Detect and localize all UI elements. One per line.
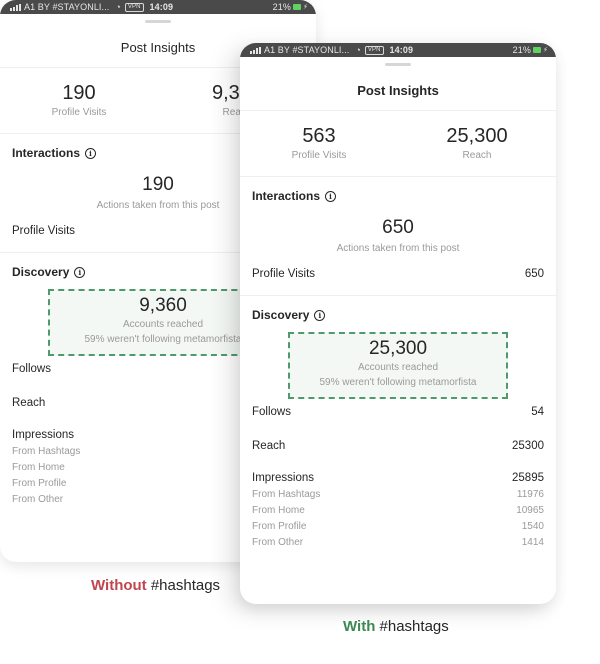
- signal-icon: [250, 46, 261, 54]
- impressions-source-row: From Profile 1540: [252, 521, 544, 532]
- interactions-section: Interactions i 650 Actions taken from th…: [240, 177, 556, 295]
- source-label: From Home: [12, 462, 65, 473]
- wifi-icon: ◔: [115, 2, 121, 12]
- accounts-reached-highlight: 25,300 Accounts reached 59% weren't foll…: [288, 332, 508, 399]
- info-icon[interactable]: i: [74, 266, 86, 278]
- row-value: 54: [531, 406, 544, 418]
- signal-icon: [10, 3, 21, 11]
- source-label: From Home: [252, 505, 305, 516]
- profile-visits-row: Profile Visits 650: [252, 268, 544, 295]
- caption-without-hashtags: Without #hashtags: [91, 577, 220, 594]
- interactions-label: Actions taken from this post: [336, 243, 460, 254]
- discovery-heading: Discovery: [252, 308, 310, 322]
- row-label: Profile Visits: [252, 268, 316, 280]
- impressions-source-row: From Other 1414: [252, 537, 544, 548]
- interactions-heading: Interactions: [12, 146, 81, 160]
- summary-reach: 25,300 Reach: [398, 125, 556, 161]
- charging-icon: ⚡: [542, 47, 548, 54]
- summary-value: 190: [62, 82, 96, 104]
- battery-icon: [532, 47, 541, 53]
- discovery-heading: Discovery: [12, 265, 70, 279]
- row-label: Reach: [252, 440, 286, 452]
- status-bar: A1 BY #STAYONLI... ◔ VPN 14:09 21% ⚡: [0, 0, 316, 14]
- source-value: 1540: [521, 521, 544, 532]
- accounts-reached-label: Accounts reached: [357, 362, 439, 373]
- row-label: Follows: [12, 363, 51, 375]
- insights-sheet: Post Insights 563 Profile Visits 25,300 …: [240, 63, 556, 548]
- source-label: From Profile: [12, 478, 67, 489]
- info-icon[interactable]: i: [325, 190, 337, 202]
- interactions-heading: Interactions: [252, 189, 321, 203]
- discovery-section: Discovery i 25,300 Accounts reached 59% …: [240, 296, 556, 548]
- row-label: Profile Visits: [12, 225, 76, 237]
- battery-icon: [292, 4, 301, 10]
- source-value: 10965: [516, 505, 544, 516]
- vpn-badge: VPN: [124, 2, 144, 12]
- source-label: From Hashtags: [252, 489, 321, 500]
- info-icon[interactable]: i: [85, 147, 97, 159]
- non-followers-note: 59% weren't following metamorfista: [319, 377, 477, 388]
- vpn-badge: VPN: [364, 45, 384, 55]
- caption-text: #hashtags: [146, 577, 221, 594]
- interactions-value: 650: [382, 217, 414, 238]
- impressions-source-row: From Home 10965: [252, 505, 544, 516]
- charging-icon: ⚡: [302, 4, 308, 11]
- caption-text: #hashtags: [375, 618, 449, 635]
- row-label: Impressions: [12, 429, 74, 441]
- accounts-reached-value: 25,300: [368, 338, 428, 359]
- caption-accent: With: [343, 618, 376, 635]
- reach-row: Reach 25300: [252, 440, 544, 452]
- page-title: Post Insights: [357, 83, 439, 98]
- wifi-icon: ◔: [355, 45, 361, 55]
- row-label: Impressions: [252, 472, 314, 484]
- info-icon[interactable]: i: [314, 309, 326, 321]
- source-value: 1414: [521, 537, 544, 548]
- follows-row: Follows 54: [252, 406, 544, 418]
- impressions-source-row: From Hashtags 11976: [252, 489, 544, 500]
- carrier-name: A1 BY #STAYONLI...: [264, 45, 350, 55]
- summary-label: Profile Visits: [291, 150, 347, 161]
- summary-stats: 563 Profile Visits 25,300 Reach: [240, 111, 556, 176]
- row-value: 25300: [512, 440, 544, 452]
- row-value: 650: [524, 268, 544, 280]
- battery-percent: 21%: [272, 2, 291, 12]
- row-value: 25895: [512, 472, 544, 484]
- phone-with-hashtags: A1 BY #STAYONLI... ◔ VPN 14:09 21% ⚡ Pos…: [240, 43, 556, 604]
- summary-profile-visits: 563 Profile Visits: [240, 125, 398, 161]
- row-label: Follows: [252, 406, 291, 418]
- status-time: 14:09: [389, 45, 414, 55]
- row-label: Reach: [12, 397, 46, 409]
- summary-label: Profile Visits: [51, 107, 107, 118]
- summary-value: 25,300: [446, 125, 508, 147]
- summary-value: 563: [302, 125, 336, 147]
- source-label: From Other: [252, 537, 304, 548]
- status-bar: A1 BY #STAYONLI... ◔ VPN 14:09 21% ⚡: [240, 43, 556, 57]
- source-label: From Other: [12, 494, 64, 505]
- status-time: 14:09: [149, 2, 174, 12]
- caption-accent: Without: [91, 577, 147, 594]
- battery-percent: 21%: [512, 45, 531, 55]
- source-label: From Profile: [252, 521, 307, 532]
- summary-profile-visits: 190 Profile Visits: [0, 82, 158, 118]
- source-value: 11976: [516, 489, 544, 500]
- summary-label: Reach: [462, 150, 492, 161]
- impressions-row: Impressions 25895: [252, 472, 544, 484]
- caption-with-hashtags: With #hashtags: [343, 618, 449, 635]
- carrier-name: A1 BY #STAYONLI...: [24, 2, 110, 12]
- source-label: From Hashtags: [12, 446, 81, 457]
